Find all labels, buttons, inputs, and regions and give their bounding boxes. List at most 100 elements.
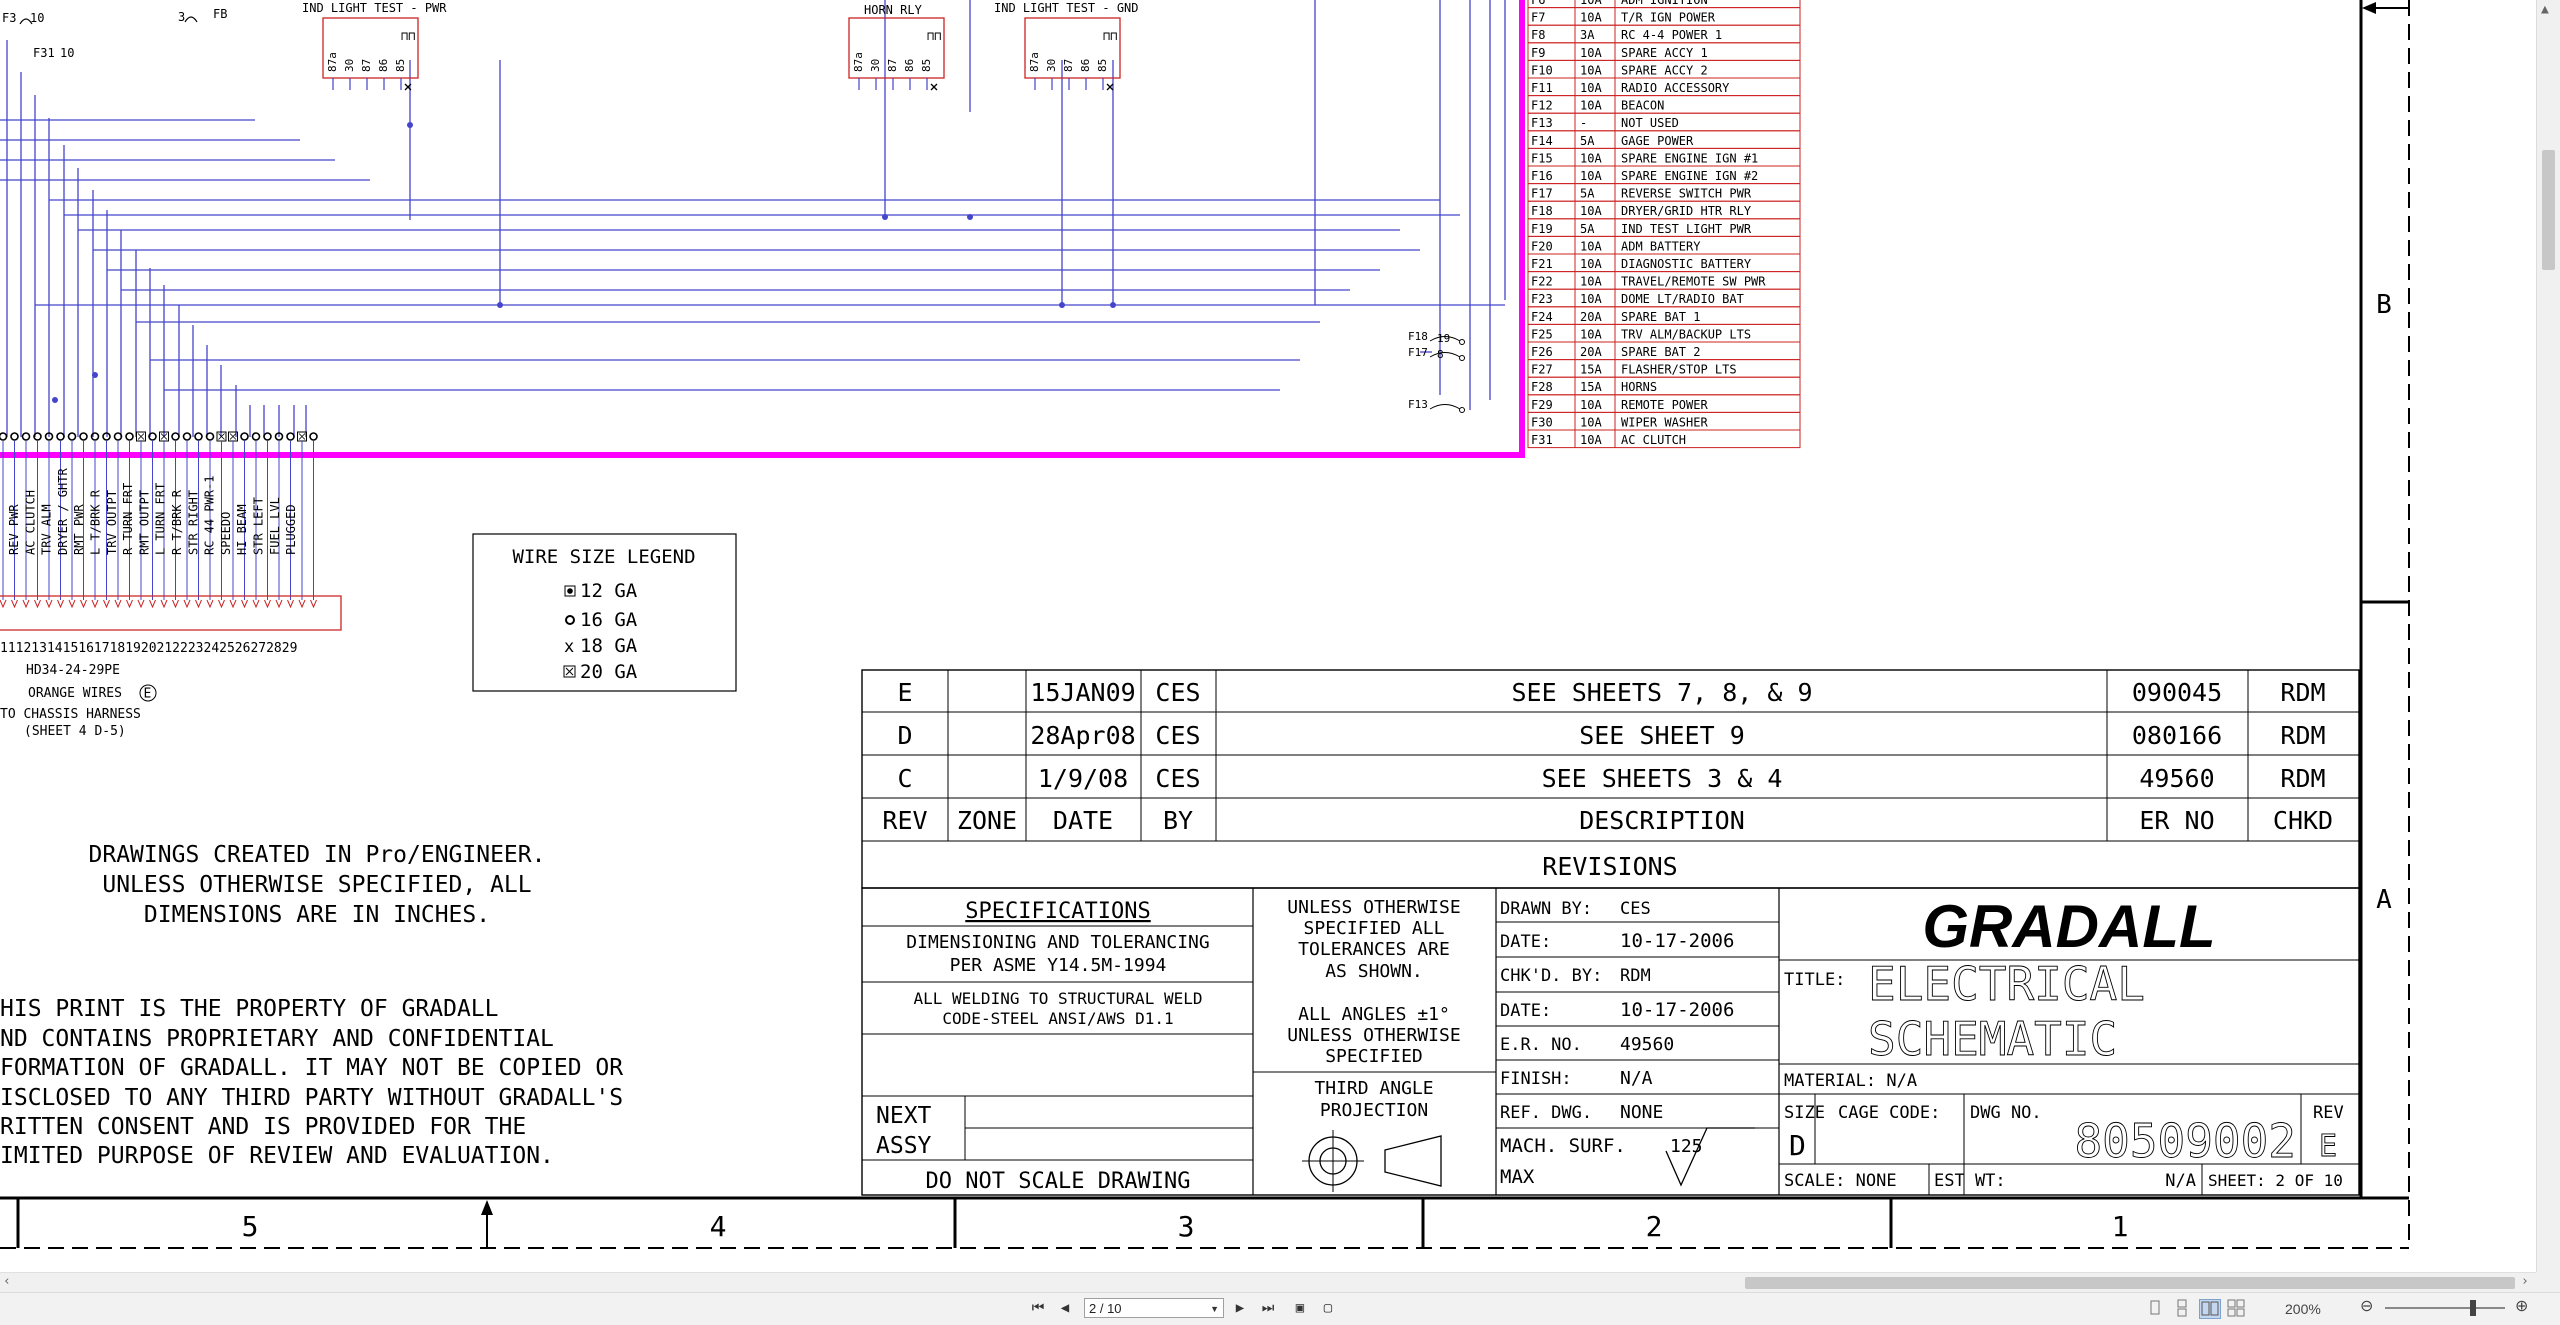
continuous-view-icon[interactable]	[2172, 1299, 2192, 1317]
fuse-id: F22	[1531, 275, 1553, 289]
legend-x-icon: x	[564, 637, 574, 657]
rev-d-chkd: RDM	[2280, 721, 2325, 750]
er-value: 49560	[1620, 1034, 1674, 1055]
company-logo-gradall: GRADALL	[1922, 893, 2215, 960]
wire-size-16ga-marker	[309, 432, 318, 441]
note-property-5: RITTEN CONSENT AND IS PROVIDED FOR THE	[0, 1114, 526, 1140]
zoom-in-icon[interactable]: ⊕	[2515, 1297, 2528, 1317]
est-wt-label: EST WT:	[1934, 1171, 2006, 1191]
fuse-description: NOT USED	[1621, 116, 1679, 130]
checked-by-value: RDM	[1620, 966, 1651, 986]
spec-1-line-1: DIMENSIONING AND TOLERANCING	[906, 932, 1209, 953]
fuse-description: DRYER/GRID HTR RLY	[1621, 204, 1752, 218]
previous-page-icon[interactable]: ◀	[1055, 1297, 1075, 1319]
document-viewport[interactable]: F3 10 3 FB F31 10 IND LIGHT TEST - PWR H…	[0, 0, 2536, 1272]
wire-size-16ga-marker	[171, 432, 180, 441]
terminal-icon	[1459, 407, 1465, 413]
page-number-field[interactable]: 2 / 10 ▼	[1084, 1298, 1224, 1318]
wire-function-label: PLUGGED	[284, 504, 298, 555]
fuse-rating: 10A	[1580, 292, 1602, 306]
wire-size-16ga-marker	[194, 432, 203, 441]
date-label-2: DATE:	[1500, 1001, 1551, 1021]
max-label: MAX	[1500, 1166, 1535, 1188]
revisions-title: REVISIONS	[1542, 852, 1677, 881]
zone-right-a: A	[2376, 885, 2392, 915]
relay-title-ind-light-test-gnd: IND LIGHT TEST - GND	[994, 1, 1139, 15]
fuse-table-row: F28 15A HORNS	[1527, 376, 1801, 396]
pin-arrow-icon	[0, 599, 7, 609]
vertical-scrollbar[interactable]: ▲	[2536, 0, 2560, 1272]
pin-arrow-icon	[80, 599, 87, 609]
scroll-left-icon[interactable]: ‹	[3, 1274, 11, 1289]
zoom-slider-thumb[interactable]	[2470, 1300, 2476, 1316]
fuse-id: F10	[1531, 63, 1553, 77]
wire-junction-dot	[882, 214, 888, 220]
fuse-rating: -	[1580, 116, 1587, 130]
page-dropdown-icon[interactable]: ▼	[1210, 1299, 1219, 1319]
rev-c-description: SEE SHEETS 3 & 4	[1542, 764, 1783, 793]
projection-line-1: THIRD ANGLE	[1314, 1078, 1433, 1099]
electrical-schematic-drawing: F3 10 3 FB F31 10 IND LIGHT TEST - PWR H…	[0, 0, 2410, 1249]
header-zone: ZONE	[957, 806, 1017, 835]
fuse-rating: 20A	[1580, 345, 1602, 359]
two-page-view-icon[interactable]	[2199, 1299, 2221, 1319]
scroll-right-icon[interactable]: ›	[2521, 1274, 2529, 1289]
fuse-table-row: F20 10A ADM BATTERY	[1527, 235, 1801, 255]
fuse-table-row: F10 10A SPARE ACCY 2	[1527, 59, 1801, 79]
relay-pin-label: 86	[377, 59, 390, 72]
wire-size-16ga-marker	[240, 432, 249, 441]
fuse-label-f31: F31	[33, 46, 55, 60]
scale-label: SCALE: NONE	[1784, 1171, 1897, 1191]
fuse-id: F31	[1531, 433, 1553, 447]
fuse-table-row: F30 10A WIPER WASHER	[1527, 411, 1801, 431]
wire-function-label: TRV OUTPT	[105, 490, 119, 555]
first-page-icon[interactable]: ⏮	[1028, 1297, 1048, 1319]
fit-width-icon[interactable]: ▢	[1318, 1297, 1338, 1319]
horizontal-scrollbar[interactable]: ‹ ›	[0, 1272, 2536, 1293]
scroll-up-icon[interactable]: ▲	[2541, 2, 2549, 17]
fuse-table-row: F12 10A BEACON	[1527, 95, 1801, 114]
last-page-icon[interactable]: ⏭	[1258, 1297, 1278, 1319]
label-fb: FB	[213, 7, 227, 21]
relay-pin-label: 87a	[852, 52, 865, 72]
pin-arrow-icon	[11, 599, 18, 609]
wire-size-legend: WIRE SIZE LEGEND 12 GA 16 GA x 18 GA 20 …	[472, 533, 737, 692]
wire-size-16ga-marker	[182, 432, 192, 441]
sheet-reference: (SHEET 4 D-5)	[24, 724, 126, 739]
dwg-no-label: DWG NO.	[1970, 1103, 2042, 1123]
wire-size-16ga-marker	[79, 432, 88, 441]
single-page-view-icon[interactable]	[2145, 1299, 2165, 1317]
zone-right-b: B	[2376, 290, 2392, 320]
sheet-number: SHEET: 2 OF 10	[2208, 1171, 2343, 1190]
rev-c-er: 49560	[2139, 764, 2214, 793]
fuse-tap-label: F18	[1408, 330, 1428, 343]
relay-horn: 87a 30 87 86 85 ⊓⊓	[848, 17, 945, 91]
fit-page-icon[interactable]: ▣	[1290, 1297, 1310, 1319]
wire-function-label: AC CLUTCH	[23, 490, 37, 555]
pin-arrow-icon	[137, 599, 145, 609]
diode-icon	[930, 83, 938, 91]
fuse-rating: 10A	[1580, 81, 1602, 95]
vertical-scroll-thumb[interactable]	[2542, 150, 2555, 270]
wire-function-label: TRV ALM	[40, 504, 54, 555]
label-three: 3	[178, 10, 185, 24]
fuse-description: ADM IGNITION	[1621, 0, 1708, 7]
rev-e-description: SEE SHEETS 7, 8, & 9	[1511, 678, 1812, 707]
rev-c-date: 1/9/08	[1038, 764, 1128, 793]
note-proe-2: UNLESS OTHERWISE SPECIFIED, ALL	[102, 872, 531, 898]
diode-icon	[1106, 83, 1114, 91]
horizontal-scroll-thumb[interactable]	[1745, 1277, 2515, 1289]
wire-junction-dot	[497, 302, 503, 308]
zoom-out-icon[interactable]: ⊖	[2360, 1297, 2373, 1317]
mach-surf-value: 125	[1670, 1136, 1703, 1157]
title-line-2: SCHEMATIC	[1868, 1012, 2117, 1066]
next-page-icon[interactable]: ▶	[1230, 1297, 1250, 1319]
zoom-slider[interactable]	[2385, 1307, 2505, 1309]
zone-bottom-4: 4	[710, 1210, 727, 1243]
fuse-taps: F18 19 F17 8 F13	[1408, 330, 1465, 413]
two-page-continuous-icon[interactable]	[2226, 1299, 2246, 1317]
mach-surf-label: MACH. SURF.	[1500, 1135, 1626, 1157]
drawn-by-label: DRAWN BY:	[1500, 899, 1592, 919]
header-chkd: CHKD	[2273, 806, 2333, 835]
fuse-amps-f3: 10	[30, 11, 44, 25]
